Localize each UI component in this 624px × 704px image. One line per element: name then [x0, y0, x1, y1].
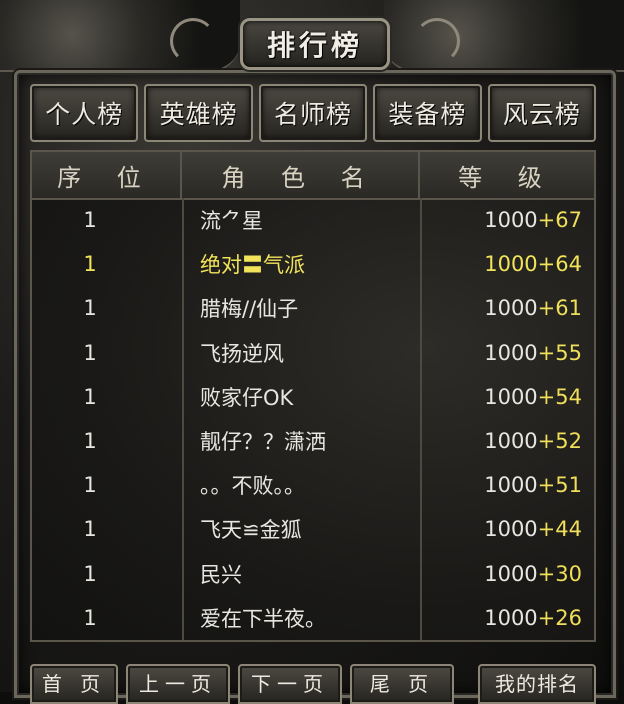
name-cell: 流⺈星 — [200, 209, 263, 234]
ornament-left — [0, 0, 240, 72]
level-bonus: +44 — [537, 517, 582, 542]
table-row[interactable]: 1 飞天≌金狐 1000+44 — [32, 507, 594, 551]
name-cell: 败家仔OK — [200, 385, 294, 410]
tab-personal[interactable]: 个人榜 — [30, 84, 139, 142]
last-page-button[interactable]: 尾 页 — [350, 664, 454, 704]
tab-bar: 个人榜 英雄榜 名师榜 装备榜 风云榜 — [30, 84, 597, 142]
level-value: 1000 — [484, 517, 538, 542]
header-rank: 序 位 — [32, 152, 182, 198]
table-row[interactable]: 1 飞扬逆风 1000+55 — [32, 331, 594, 375]
tab-equipment[interactable]: 装备榜 — [373, 84, 482, 142]
table-row[interactable]: 1 爱在下半夜。 1000+26 — [32, 596, 594, 640]
rank-cell: 1 — [83, 384, 97, 409]
level-cell: 1000+52 — [420, 429, 594, 453]
level-value: 1000 — [484, 384, 538, 409]
level-cell: 1000+55 — [420, 341, 594, 365]
table-row[interactable]: 1 绝对〓气派 1000+64 — [32, 242, 594, 286]
table-row[interactable]: 1 。。不败。。 1000+51 — [32, 463, 594, 507]
name-cell: 飞扬逆风 — [200, 341, 284, 366]
rank-cell: 1 — [83, 561, 97, 586]
my-rank-button[interactable]: 我的排名 — [478, 664, 596, 704]
tab-master[interactable]: 名师榜 — [258, 84, 368, 142]
level-value: 1000 — [484, 473, 538, 498]
level-bonus: +30 — [537, 561, 582, 586]
table-header: 序 位 角 色 名 等 级 — [32, 152, 594, 200]
tab-legend[interactable]: 风云榜 — [487, 84, 597, 142]
name-cell: 腊梅//仙子 — [200, 297, 299, 322]
ornament-right — [384, 0, 624, 72]
rank-cell: 1 — [83, 473, 97, 498]
rank-cell: 1 — [83, 429, 97, 454]
level-cell: 1000+64 — [420, 252, 594, 276]
level-bonus: +55 — [537, 340, 582, 365]
level-bonus: +26 — [537, 605, 582, 630]
ranking-table: 序 位 角 色 名 等 级 1 流⺈星 1000+67 1 绝对〓气派 1000+64 1 腊… — [30, 150, 596, 642]
rank-cell: 1 — [83, 340, 97, 365]
level-bonus: +54 — [537, 384, 582, 409]
level-cell: 1000+61 — [420, 296, 594, 320]
table-row[interactable]: 1 流⺈星 1000+67 — [32, 198, 594, 242]
level-value: 1000 — [484, 296, 538, 321]
ranking-window: 排行榜 个人榜 英雄榜 名师榜 装备榜 风云榜 序 位 角 色 名 等 级 1 流… — [0, 0, 624, 704]
name-cell: 飞天≌金狐 — [200, 518, 302, 543]
level-bonus: +52 — [537, 429, 582, 454]
level-value: 1000 — [484, 208, 538, 233]
level-bonus: +51 — [537, 473, 582, 498]
name-cell: 靓仔？？潇洒 — [200, 430, 326, 455]
scroll-ornament-icon — [170, 18, 216, 64]
table-row[interactable]: 1 靓仔？？潇洒 1000+52 — [32, 419, 594, 463]
level-bonus: +61 — [537, 296, 582, 321]
window-title: 排行榜 — [266, 29, 363, 62]
name-cell: 绝对〓气派 — [200, 253, 305, 278]
pager-bar: 首 页 上一页 下一页 尾 页 我的排名 — [30, 664, 596, 704]
table-body: 1 流⺈星 1000+67 1 绝对〓气派 1000+64 1 腊梅//仙子 1000+61 1 飞… — [32, 198, 594, 640]
level-cell: 1000+54 — [420, 385, 594, 409]
rank-cell: 1 — [83, 252, 97, 277]
level-cell: 1000+51 — [420, 473, 594, 497]
table-row[interactable]: 1 腊梅//仙子 1000+61 — [32, 286, 594, 330]
prev-page-button[interactable]: 上一页 — [126, 664, 230, 704]
title-plate: 排行榜 — [240, 18, 390, 70]
rank-cell: 1 — [83, 208, 97, 233]
header-name: 角 色 名 — [182, 152, 420, 198]
level-value: 1000 — [484, 561, 538, 586]
rank-cell: 1 — [83, 296, 97, 321]
level-bonus: +67 — [537, 208, 582, 233]
tab-hero[interactable]: 英雄榜 — [144, 84, 253, 142]
name-cell: 爱在下半夜。 — [200, 606, 326, 631]
level-cell: 1000+44 — [420, 517, 594, 541]
scroll-ornament-icon — [414, 18, 460, 64]
level-value: 1000 — [484, 252, 538, 277]
level-value: 1000 — [484, 429, 538, 454]
name-cell: 。。不败。。 — [200, 474, 305, 499]
level-bonus: +64 — [537, 252, 582, 277]
table-row[interactable]: 1 败家仔OK 1000+54 — [32, 375, 594, 419]
table-row[interactable]: 1 民兴 1000+30 — [32, 552, 594, 596]
level-cell: 1000+30 — [420, 562, 594, 586]
next-page-button[interactable]: 下一页 — [238, 664, 342, 704]
rank-cell: 1 — [83, 517, 97, 542]
name-cell: 民兴 — [200, 562, 242, 587]
rank-cell: 1 — [83, 605, 97, 630]
first-page-button[interactable]: 首 页 — [30, 664, 118, 704]
level-value: 1000 — [484, 340, 538, 365]
level-cell: 1000+67 — [420, 208, 594, 232]
level-cell: 1000+26 — [420, 606, 594, 630]
level-value: 1000 — [484, 605, 538, 630]
header-level: 等 级 — [458, 163, 556, 192]
